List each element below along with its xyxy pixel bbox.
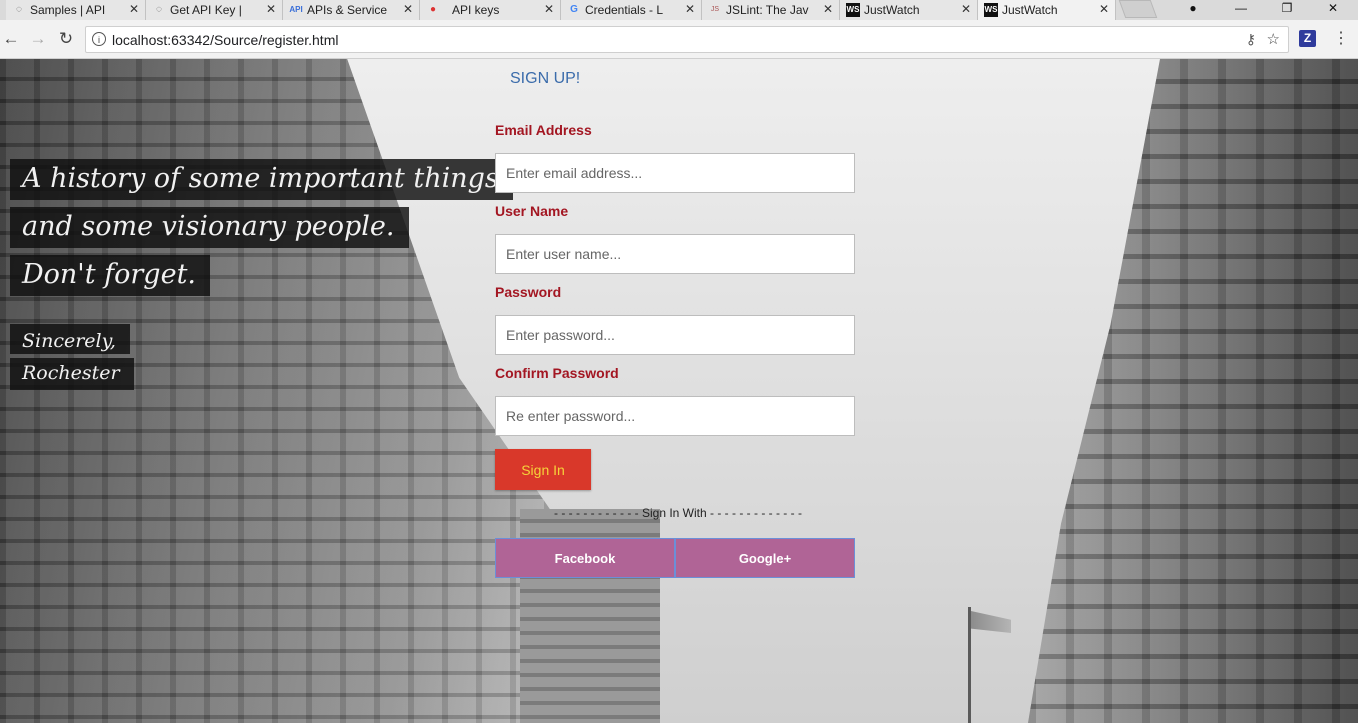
password-label: Password <box>495 284 562 300</box>
confirm-password-label: Confirm Password <box>495 365 619 381</box>
profile-icon[interactable]: ● <box>1178 0 1208 20</box>
tab-title: JustWatch <box>1002 3 1058 17</box>
email-label: Email Address <box>495 122 592 138</box>
tab-get-api-key[interactable]: ◌ Get API Key | ✕ <box>146 0 283 20</box>
forward-icon[interactable]: → <box>27 28 49 50</box>
tab-title: API keys <box>452 3 500 17</box>
background-building-right <box>1028 59 1358 723</box>
google-icon: G <box>570 4 578 15</box>
flagpole <box>968 607 971 723</box>
quote-line-3: Don't forget. <box>10 255 210 296</box>
browser-toolbar: ← → ↻ i localhost:63342/Source/register.… <box>0 20 1358 59</box>
tab-title: JustWatch <box>864 3 920 17</box>
close-icon[interactable]: ✕ <box>266 1 276 17</box>
close-icon[interactable]: ✕ <box>823 1 833 17</box>
jslint-icon: JS <box>710 6 720 13</box>
close-icon[interactable]: ✕ <box>403 1 413 17</box>
tab-justwatch-active[interactable]: WS JustWatch ✕ <box>978 0 1116 20</box>
password-field[interactable] <box>495 315 855 355</box>
new-tab-button[interactable] <box>1118 0 1158 18</box>
tab-title: JSLint: The Jav <box>726 3 809 17</box>
sign-in-button[interactable]: Sign In <box>495 449 591 490</box>
reload-icon[interactable]: ↻ <box>55 28 77 50</box>
google-plus-button[interactable]: Google+ <box>675 538 855 578</box>
key-icon[interactable]: ⚷ <box>1246 31 1256 48</box>
tab-title: Credentials - L <box>585 3 664 17</box>
page-viewport: A history of some important things and s… <box>0 59 1358 723</box>
facebook-button[interactable]: Facebook <box>495 538 675 578</box>
confirm-password-field[interactable] <box>495 396 855 436</box>
tab-credentials[interactable]: G Credentials - L ✕ <box>561 0 702 20</box>
tab-title: APIs & Service <box>307 3 388 17</box>
close-icon[interactable]: ✕ <box>129 1 139 17</box>
quote-signoff-1: Sincerely, <box>10 324 130 354</box>
webstorm-icon: WS <box>984 3 998 17</box>
tab-api-keys[interactable]: ● API keys ✕ <box>420 0 561 20</box>
tab-title: Get API Key | <box>170 3 242 17</box>
tab-samples-api[interactable]: ◌ Samples | API ✕ <box>6 0 146 20</box>
window-close-icon[interactable]: ✕ <box>1318 0 1348 20</box>
back-icon[interactable]: ← <box>0 28 22 50</box>
address-bar[interactable]: i localhost:63342/Source/register.html ⚷… <box>85 26 1289 53</box>
form-title: SIGN UP! <box>510 70 581 87</box>
close-icon[interactable]: ✕ <box>961 1 971 17</box>
extension-icon[interactable]: Z <box>1299 30 1316 47</box>
username-label: User Name <box>495 203 569 219</box>
tab-strip: ◌ Samples | API ✕ ◌ Get API Key | ✕ API … <box>0 0 1358 20</box>
tab-title: Samples | API <box>30 3 106 17</box>
sign-in-with-divider: - - - - - - - - - - - - Sign In With - -… <box>554 506 802 520</box>
close-icon[interactable]: ✕ <box>685 1 695 17</box>
menu-icon[interactable]: ⋮ <box>1333 30 1349 47</box>
email-field[interactable] <box>495 153 855 193</box>
api-console-icon: ● <box>429 4 437 15</box>
url-text[interactable]: localhost:63342/Source/register.html <box>112 32 338 48</box>
tab-apis-services[interactable]: API APIs & Service ✕ <box>283 0 420 20</box>
tab-jslint[interactable]: JS JSLint: The Jav ✕ <box>702 0 840 20</box>
close-icon[interactable]: ✕ <box>1099 1 1109 17</box>
info-icon[interactable]: i <box>92 32 106 46</box>
username-field[interactable] <box>495 234 855 274</box>
api-icon: API <box>289 5 303 14</box>
flag <box>971 611 1011 633</box>
star-icon[interactable]: ☆ <box>1267 30 1280 48</box>
chrome-page-icon: ◌ <box>156 4 162 15</box>
close-icon[interactable]: ✕ <box>544 1 554 17</box>
minimize-icon[interactable]: — <box>1226 0 1256 20</box>
quote-line-2: and some visionary people. <box>10 207 409 248</box>
chrome-page-icon: ◌ <box>16 4 22 15</box>
quote-line-1: A history of some important things <box>10 159 513 200</box>
tab-justwatch-1[interactable]: WS JustWatch ✕ <box>840 0 978 20</box>
restore-icon[interactable]: ❐ <box>1272 0 1302 20</box>
quote-signoff-2: Rochester <box>10 358 134 390</box>
webstorm-icon: WS <box>846 3 860 17</box>
